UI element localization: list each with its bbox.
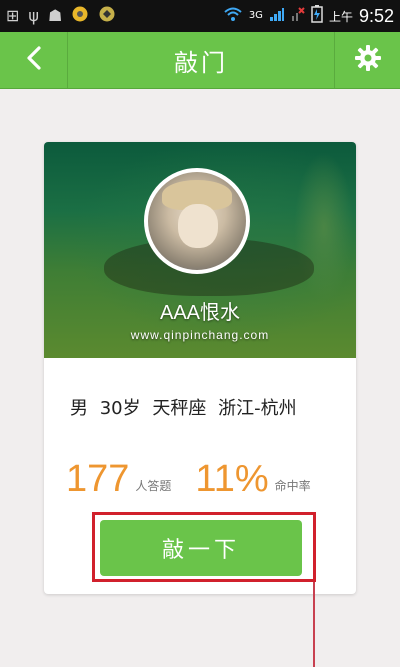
username: AAA恨水 bbox=[159, 302, 241, 324]
status-bar: ⊞ ψ ☗ 3G 上午 9:52 bbox=[0, 0, 400, 32]
page-title: 敲门 bbox=[174, 48, 228, 77]
answers-label: 人答题 bbox=[135, 479, 172, 493]
highlight-line bbox=[313, 582, 315, 667]
ampm-label: 上午 bbox=[328, 9, 353, 24]
profile-info: 男 30岁 天秤座 浙江-杭州 bbox=[70, 394, 356, 420]
gear-icon bbox=[354, 44, 382, 76]
age: 30岁 bbox=[99, 398, 141, 419]
network-type-label: 3G bbox=[248, 10, 263, 21]
location: 浙江-杭州 bbox=[218, 398, 297, 419]
hit-rate: 11% bbox=[195, 458, 269, 500]
battery-icon bbox=[311, 5, 323, 27]
avatar-face bbox=[178, 204, 218, 248]
hit-rate-label: 命中率 bbox=[274, 479, 311, 493]
gender: 男 bbox=[70, 398, 88, 419]
signal-no-service-icon bbox=[291, 6, 305, 26]
stats-row: 177 人答题 11% 命中率 bbox=[66, 448, 356, 498]
android-icon: ☗ bbox=[47, 6, 63, 25]
settings-button[interactable] bbox=[334, 32, 400, 88]
chevron-left-icon bbox=[23, 45, 45, 75]
app-icon bbox=[71, 5, 89, 27]
zodiac: 天秤座 bbox=[152, 398, 207, 419]
cover-photo: AAA恨水 www.qinpinchang.com bbox=[44, 142, 356, 358]
add-notification-icon: ⊞ bbox=[6, 6, 20, 25]
back-button[interactable] bbox=[0, 32, 68, 88]
clock: 9:52 bbox=[358, 5, 394, 26]
avatar[interactable] bbox=[144, 168, 250, 274]
title-bar: 敲门 bbox=[0, 32, 400, 89]
wifi-icon bbox=[223, 6, 243, 26]
usb-icon: ψ bbox=[28, 6, 39, 25]
signal-icon bbox=[269, 6, 285, 26]
answers-count: 177 bbox=[66, 458, 130, 500]
knock-button[interactable]: 敲一下 bbox=[100, 520, 302, 576]
app-icon-2 bbox=[98, 5, 116, 27]
watermark-text: www.qinpinchang.com bbox=[130, 328, 270, 342]
